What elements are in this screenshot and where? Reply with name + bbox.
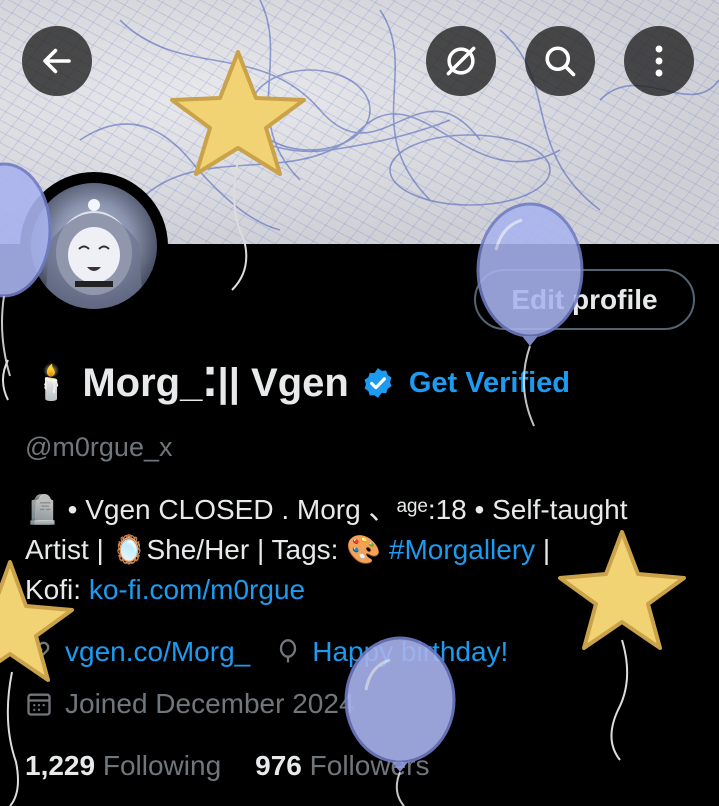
followers-label: Followers: [309, 750, 430, 781]
avatar[interactable]: [31, 183, 157, 309]
bio-line-2-tail: |: [535, 534, 551, 565]
more-button[interactable]: [624, 26, 694, 96]
bio-line-2: Artist | 🪞She/Her | Tags: 🎨 #Morgallery …: [25, 530, 705, 570]
get-verified-link[interactable]: Get Verified: [409, 367, 570, 400]
display-name: Morg_⁚|| Vgen: [82, 361, 349, 405]
arrow-left-icon: [43, 48, 71, 74]
bio-line-3: Kofi: ko-fi.com/m0rgue: [25, 570, 705, 610]
bio-line-2-text: Artist | 🪞She/Her | Tags: 🎨: [25, 534, 389, 565]
back-button[interactable]: [22, 26, 92, 96]
search-icon: [545, 46, 576, 77]
kofi-link[interactable]: ko-fi.com/m0rgue: [89, 574, 305, 605]
following-link[interactable]: 1,229 Following: [25, 750, 221, 782]
birthday-link[interactable]: Happy birthday!: [312, 636, 508, 668]
link-icon: [28, 641, 50, 663]
name-row: 🕯️ Morg_⁚|| Vgen Get Verified: [30, 358, 570, 408]
hashtag-link[interactable]: #Morgallery: [389, 534, 535, 565]
following-count: 1,229: [25, 750, 96, 781]
eye-slash-icon: [446, 46, 476, 76]
balloon-icon: [280, 639, 297, 663]
more-vertical-icon: [655, 45, 663, 77]
hide-profile-button[interactable]: [426, 26, 496, 96]
joined-row: Joined December 2024: [25, 688, 355, 720]
profile-bio: 🪦 • Vgen CLOSED . Morg 、ᵃᵍᵉ:18 • Self-ta…: [25, 490, 705, 610]
bio-line-1: 🪦 • Vgen CLOSED . Morg 、ᵃᵍᵉ:18 • Self-ta…: [25, 494, 628, 525]
candle-emoji: 🕯️: [30, 364, 73, 402]
verified-badge-icon[interactable]: [361, 366, 395, 400]
kofi-label: Kofi:: [25, 574, 89, 605]
search-button[interactable]: [525, 26, 595, 96]
avatar-artwork: [45, 199, 143, 309]
calendar-icon: [27, 693, 51, 716]
joined-date: Joined December 2024: [65, 688, 355, 719]
website-link[interactable]: vgen.co/Morg_: [65, 636, 250, 668]
following-label: Following: [102, 750, 222, 781]
profile-meta-row: vgen.co/Morg_ Happy birthday!: [25, 636, 508, 668]
followers-count: 976: [255, 750, 302, 781]
follow-counts: 1,229 Following 976 Followers: [25, 750, 429, 782]
edit-profile-button[interactable]: Edit profile: [474, 269, 695, 330]
user-handle: @m0rgue_x: [25, 432, 173, 462]
followers-link[interactable]: 976 Followers: [255, 750, 429, 782]
